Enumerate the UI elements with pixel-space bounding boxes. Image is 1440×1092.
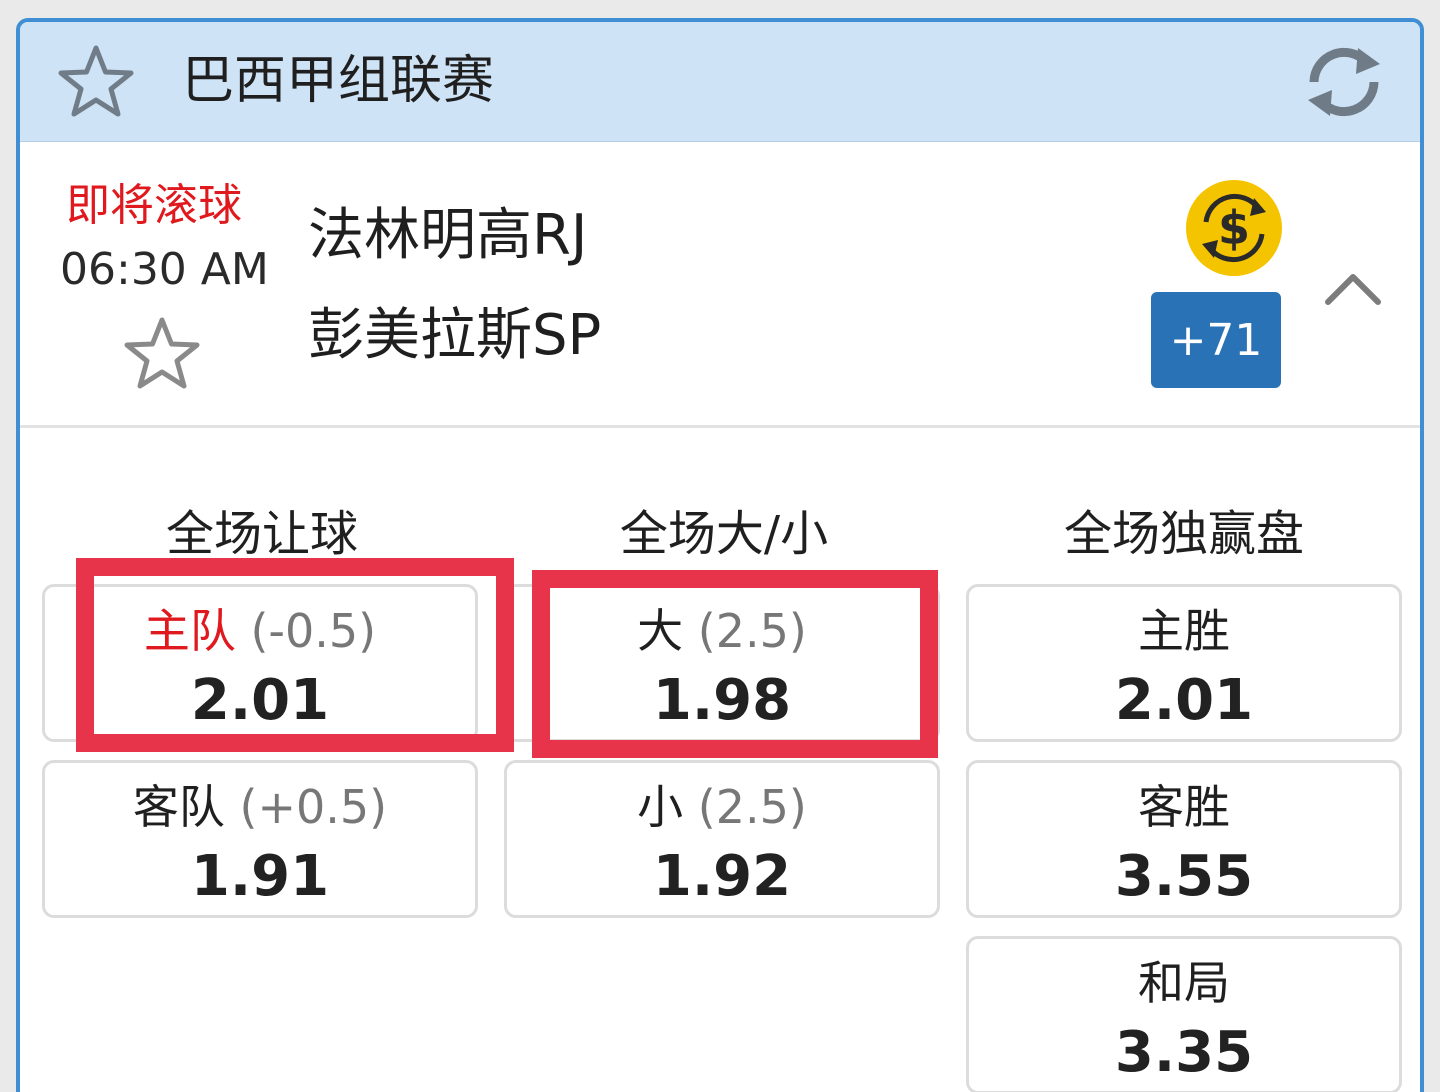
odds-value: 2.01	[1114, 668, 1254, 733]
match-status: 即将滚球	[66, 180, 242, 231]
selection-label: 客队	[132, 780, 225, 834]
selection-label: 小	[637, 780, 684, 834]
odds-value: 3.55	[1114, 844, 1254, 909]
market-title-moneyline: 全场独赢盘	[1063, 506, 1304, 562]
league-header: 巴西甲组联赛	[20, 22, 1420, 142]
match-time: 06:30 AM	[60, 244, 269, 295]
odds-value: 3.35	[1114, 1020, 1254, 1085]
league-title: 巴西甲组联赛	[182, 51, 495, 111]
selection-label: 主胜	[1138, 604, 1230, 658]
away-team-name: 彭美拉斯SP	[308, 303, 602, 368]
odds-value: 1.91	[190, 844, 330, 909]
selection-label: 和局	[1138, 956, 1230, 1010]
selection-label: 客胜	[1138, 780, 1230, 834]
odds-button-under[interactable]: 小 (2.5) 1.92	[504, 760, 940, 918]
cashout-dollar-icon: $	[1186, 180, 1282, 276]
star-outline-icon[interactable]	[56, 42, 136, 122]
odds-button-home-win[interactable]: 主胜 2.01	[966, 584, 1402, 742]
highlight-box-over	[532, 570, 938, 758]
home-team-name: 法林明高RJ	[308, 203, 588, 268]
svg-text:$: $	[1218, 201, 1250, 255]
handicap-line: (+0.5)	[239, 780, 388, 834]
chevron-up-icon[interactable]	[1324, 268, 1382, 308]
odds-button-handicap-away[interactable]: 客队 (+0.5) 1.91	[42, 760, 478, 918]
more-markets-button[interactable]: +71	[1151, 292, 1281, 388]
match-row[interactable]: 即将滚球 06:30 AM 法林明高RJ 彭美拉斯SP $ +71	[20, 142, 1420, 428]
league-card: 巴西甲组联赛 即将滚球 06:30 AM 法林明高RJ 彭美拉斯SP $ +71	[16, 18, 1424, 1092]
total-line: (2.5)	[697, 780, 807, 834]
refresh-icon[interactable]	[1300, 42, 1388, 122]
highlight-box-handicap-home	[76, 558, 514, 752]
odds-button-draw[interactable]: 和局 3.35	[966, 936, 1402, 1092]
star-outline-icon[interactable]	[120, 314, 204, 394]
odds-value: 1.92	[652, 844, 792, 909]
market-title-handicap: 全场让球	[165, 506, 358, 562]
odds-button-away-win[interactable]: 客胜 3.55	[966, 760, 1402, 918]
market-title-over-under: 全场大/小	[619, 506, 829, 562]
